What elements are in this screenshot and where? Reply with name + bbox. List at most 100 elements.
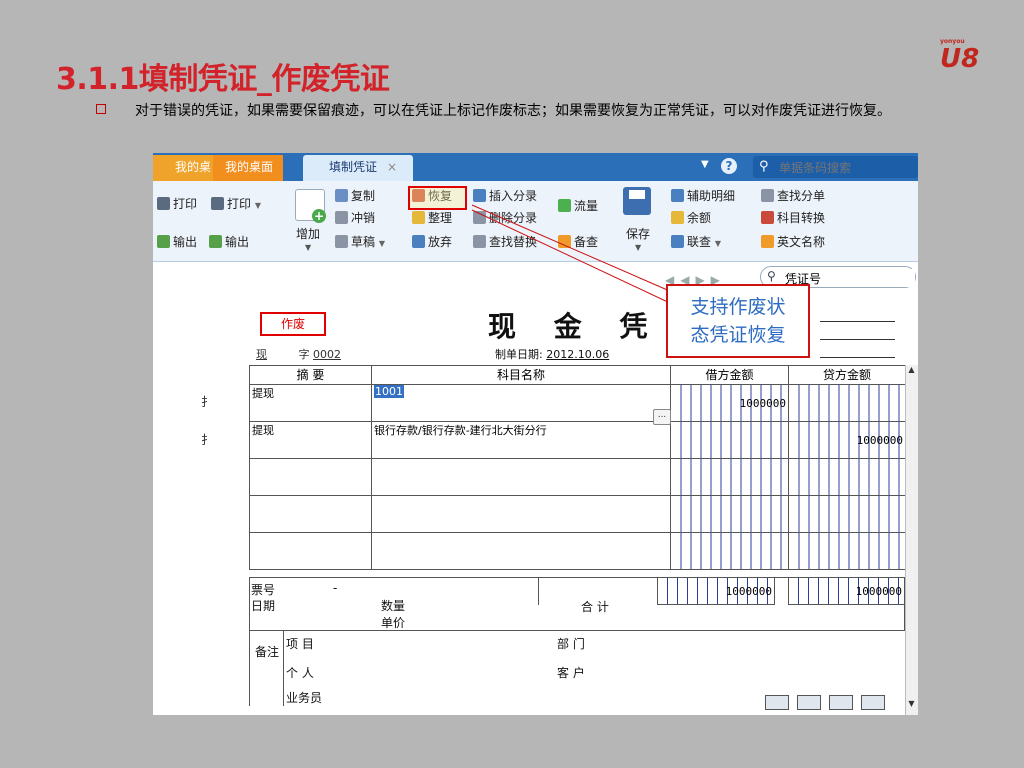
- scroll-up-icon[interactable]: ▲: [905, 365, 918, 378]
- delete-entry-button[interactable]: 删除分录: [473, 209, 537, 227]
- insert-entry-button[interactable]: 插入分录: [473, 187, 537, 205]
- chevron-down-icon[interactable]: ▼: [305, 243, 311, 252]
- cell-empty[interactable]: [371, 532, 671, 570]
- chevron-down-icon[interactable]: ▼: [635, 243, 641, 252]
- cell-empty[interactable]: [788, 495, 906, 533]
- export-button-1[interactable]: 输出: [157, 233, 197, 251]
- cell-subject[interactable]: 银行存款/银行存款-建行北大街分行: [371, 421, 671, 459]
- balance-button[interactable]: 余额: [671, 209, 711, 227]
- date-label: 制单日期:: [495, 348, 543, 361]
- close-icon[interactable]: ×: [387, 160, 397, 174]
- cell-empty[interactable]: [249, 495, 372, 533]
- cell-credit[interactable]: 1000000: [788, 421, 906, 459]
- aux-detail-button[interactable]: 辅助明细: [671, 187, 735, 205]
- cell-empty[interactable]: [249, 458, 372, 496]
- table-row[interactable]: 提现 1001 1000000: [249, 384, 906, 422]
- search-icon[interactable]: ⚲: [767, 269, 776, 283]
- chevron-down-icon[interactable]: ▼: [701, 159, 709, 170]
- save-icon[interactable]: [623, 187, 651, 215]
- tab-my-desktop[interactable]: 我的桌面: [213, 155, 283, 181]
- table-row[interactable]: 提现 银行存款/银行存款-建行北大街分行 1000000: [249, 421, 906, 459]
- find-replace-button[interactable]: 查找替换: [473, 233, 537, 251]
- dept-label: 部 门: [557, 637, 585, 651]
- add-voucher-icon[interactable]: [295, 189, 326, 223]
- tools-icon[interactable]: [829, 695, 853, 710]
- print-button-1[interactable]: 打印: [157, 195, 197, 213]
- cash-flow-button[interactable]: 流量: [558, 197, 598, 215]
- barcode-search-input[interactable]: [777, 158, 917, 178]
- attachment-icon[interactable]: [797, 695, 821, 710]
- cell-empty[interactable]: [670, 532, 789, 570]
- qty-label: 数量: [381, 599, 406, 613]
- add-button-label[interactable]: 增加: [296, 225, 320, 243]
- aux-detail-label: 辅助明细: [687, 189, 736, 203]
- search-icon[interactable]: ⚲: [759, 159, 769, 174]
- export-icon: [157, 235, 170, 248]
- chevron-down-icon: ▼: [714, 239, 721, 248]
- cell-subject-selected[interactable]: 1001: [374, 385, 404, 398]
- cell-empty[interactable]: [371, 495, 671, 533]
- cell-empty[interactable]: [788, 532, 906, 570]
- balance-icon: [671, 211, 684, 224]
- tab-fill-voucher[interactable]: 填制凭证 ×: [303, 155, 413, 181]
- footer-divider: [538, 577, 539, 605]
- cell-empty[interactable]: [788, 458, 906, 496]
- signature-line: [820, 339, 895, 340]
- cell-empty[interactable]: [371, 458, 671, 496]
- cell-summary[interactable]: 提现: [249, 384, 372, 422]
- cell-empty[interactable]: [249, 532, 372, 570]
- cell-credit[interactable]: [788, 384, 906, 422]
- subject-convert-icon: [761, 211, 774, 224]
- subject-convert-button[interactable]: 科目转换: [761, 209, 825, 227]
- expand-icon[interactable]: [861, 695, 885, 710]
- scroll-down-icon[interactable]: ▼: [905, 699, 918, 712]
- voucher-type[interactable]: 现: [256, 348, 267, 361]
- table-row[interactable]: [249, 458, 906, 496]
- cell-subject[interactable]: 1001: [371, 384, 671, 422]
- organize-button[interactable]: 整理: [412, 209, 452, 227]
- cell-empty[interactable]: [670, 495, 789, 533]
- callout-line-2: 态凭证恢复: [690, 324, 786, 346]
- delete-row-icon: [473, 211, 486, 224]
- check-button[interactable]: 备查: [558, 233, 598, 251]
- zi-label: 字: [298, 348, 310, 361]
- organize-label: 整理: [428, 211, 453, 225]
- print-button-2[interactable]: 打印 ▼: [211, 195, 261, 213]
- cash-flow-label: 流量: [574, 199, 599, 213]
- cell-empty[interactable]: [670, 458, 789, 496]
- cell-debit[interactable]: 1000000: [670, 384, 789, 422]
- print-label: 打印: [227, 197, 252, 211]
- printer-icon: [211, 197, 224, 210]
- voucher-date[interactable]: 2012.10.06: [546, 348, 609, 361]
- copy-button[interactable]: 复制: [335, 187, 375, 205]
- voucher-number[interactable]: 0002: [313, 348, 341, 361]
- cell-debit[interactable]: [670, 421, 789, 459]
- u8-logo: U8: [940, 44, 980, 74]
- copy-icon: [335, 189, 348, 202]
- memo-icon[interactable]: [765, 695, 789, 710]
- organize-icon: [412, 211, 425, 224]
- cell-summary[interactable]: 提现: [249, 421, 372, 459]
- find-entry-button[interactable]: 查找分单: [761, 187, 825, 205]
- voucher-entry-grid: 摘 要 科目名称 借方金额 贷方金额 提现 1001 1000000 提现 银行…: [249, 365, 906, 570]
- export-button-2[interactable]: 输出: [209, 233, 249, 251]
- table-row[interactable]: [249, 532, 906, 570]
- save-button-label[interactable]: 保存: [626, 225, 650, 243]
- copy-label: 复制: [351, 189, 376, 203]
- help-icon[interactable]: ?: [721, 158, 737, 174]
- table-row[interactable]: [249, 495, 906, 533]
- reverse-button[interactable]: 冲销: [335, 209, 375, 227]
- english-name-label: 英文名称: [777, 235, 826, 249]
- tab-my-desk-short[interactable]: 我的桌: [153, 155, 213, 181]
- bullet-text: 对于错误的凭证，如果需要保留痕迹，可以在凭证上标记作废标志；如果需要恢复为正常凭…: [135, 103, 891, 119]
- english-name-icon: [761, 235, 774, 248]
- discard-button[interactable]: 放弃: [412, 233, 452, 251]
- signature-line: [820, 357, 895, 358]
- draft-button[interactable]: 草稿 ▼: [335, 233, 385, 251]
- total-credit: 1000000: [788, 577, 905, 605]
- subject-reference-button[interactable]: ...: [653, 409, 671, 425]
- vertical-scrollbar[interactable]: [905, 365, 918, 715]
- header-subject: 科目名称: [371, 365, 671, 385]
- linked-query-button[interactable]: 联查 ▼: [671, 233, 721, 251]
- english-name-button[interactable]: 英文名称: [761, 233, 825, 251]
